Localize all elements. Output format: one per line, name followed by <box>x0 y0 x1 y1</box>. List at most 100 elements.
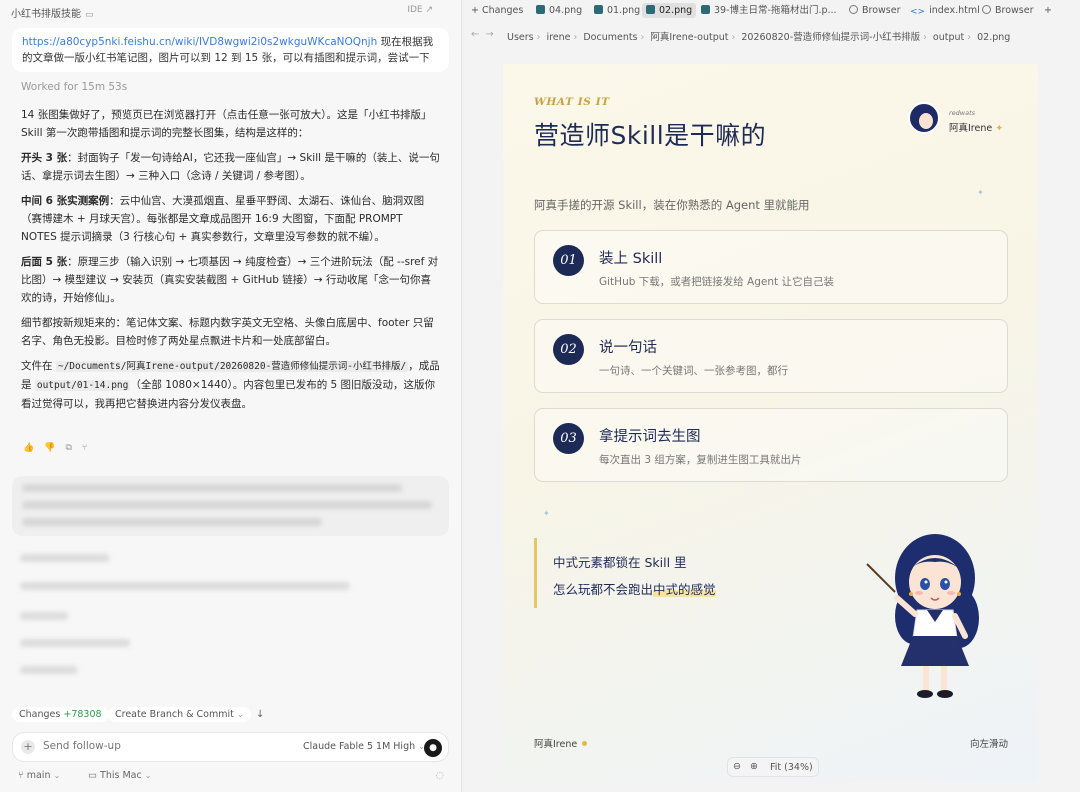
quote-line: 怎么玩都不会跑出中式的感觉 <box>553 582 716 597</box>
output-files: output/01-14.png <box>34 380 131 391</box>
environment-selector[interactable]: ▭ This Mac ⌄ <box>88 770 151 781</box>
step-card: 02 说一句话 一句诗、一个关键词、一张参考图，都行 <box>534 319 1008 393</box>
poster-eyebrow: WHAT IS IT <box>534 96 610 108</box>
breadcrumb-item[interactable]: output <box>933 32 964 43</box>
poster-title: 营造师Skill是干嘛的 <box>534 121 767 150</box>
breadcrumb-item[interactable]: irene <box>546 32 570 43</box>
step-number: 01 <box>553 245 584 276</box>
tab-index-html[interactable]: <> index.html <box>906 3 984 18</box>
tab-browser[interactable]: Browser <box>845 3 905 18</box>
blurred-message <box>12 476 449 536</box>
globe-icon <box>982 5 991 14</box>
step-card: 01 装上 Skill GitHub 下载，或者把链接发给 Agent 让它自己… <box>534 230 1008 304</box>
add-attachment-icon[interactable]: + <box>21 740 35 754</box>
breadcrumb: Users › irene › Documents › 阿真Irene-output ›… <box>507 32 1011 43</box>
breadcrumb-item[interactable]: 阿真Irene-output <box>650 32 728 43</box>
zoom-controls: ⊖ ⊕ Fit (34%) <box>727 757 819 777</box>
image-icon <box>646 5 655 14</box>
back-arrow-icon[interactable]: ← <box>471 29 485 40</box>
create-branch-commit-button[interactable]: Create Branch & Commit ⌄ <box>108 707 251 722</box>
composer: + Claude Fable 5 1M High ⌄ ● <box>12 732 449 762</box>
step-title: 说一句话 <box>599 340 657 356</box>
path-bar: ←→ Users › irene › Documents › 阿真Irene-outp… <box>463 26 1080 46</box>
follow-up-input[interactable] <box>43 740 243 752</box>
archive-icon[interactable]: ▭ <box>85 10 94 20</box>
plus-icon: + <box>471 5 482 16</box>
sparkle-icon: ✦ <box>543 509 550 518</box>
step-card: 03 拿提示词去生图 每次直出 3 组方案，复制进生图工具就出片 <box>534 408 1008 482</box>
thumbs-down-icon[interactable]: 👎 <box>44 443 55 453</box>
code-icon: <> <box>910 7 926 17</box>
step-number: 02 <box>553 334 584 365</box>
poster-footer-name: 阿真Irene <box>534 736 588 750</box>
breadcrumb-item[interactable]: 02.png <box>977 32 1010 43</box>
assistant-message: 14 张图集做好了，预览页已在浏览器打开（点击任意一张可放大）。这是「小红书排版… <box>21 106 441 420</box>
model-selector[interactable]: Claude Fable 5 1M High ⌄ <box>303 741 425 752</box>
quote-line: 中式元素都锁在 Skill 里 <box>553 555 687 570</box>
new-tab-button[interactable]: + <box>1040 3 1056 18</box>
step-desc: GitHub 下载，或者把链接发给 Agent 让它自己装 <box>599 276 834 288</box>
nav-arrows: ←→ <box>471 29 500 40</box>
scroll-down-icon[interactable]: ↓ <box>256 709 264 720</box>
answer-paragraph: 后面 5 张：原理三步（输入识别 → 七项基因 → 纯度检查）→ 三个进阶玩法（… <box>21 256 439 304</box>
globe-icon <box>849 5 858 14</box>
step-title: 拿提示词去生图 <box>599 429 701 445</box>
answer-paragraph: 14 张图集做好了，预览页已在浏览器打开（点击任意一张可放大）。这是「小红书排版… <box>21 109 432 139</box>
zoom-in-icon[interactable]: ⊕ <box>750 761 758 772</box>
quote-block: 中式元素都锁在 Skill 里 怎么玩都不会跑出中式的感觉 <box>534 538 794 608</box>
poster-image[interactable]: WHAT IS IT 营造师Skill是干嘛的 redwats 阿真Irene ✦… <box>503 64 1038 782</box>
tab-04-png[interactable]: 04.png <box>532 3 586 18</box>
worked-duration-label[interactable]: Worked for 15m 53s <box>21 81 127 93</box>
poster-subtitle: 阿真手搓的开源 Skill，装在你熟悉的 Agent 里就能用 <box>534 198 810 212</box>
thumbs-up-icon[interactable]: 👍 <box>23 443 34 453</box>
branch-icon: ⑂ <box>18 770 24 781</box>
chevron-down-icon: ⌄ <box>236 710 244 719</box>
feishu-link[interactable]: https://a80cyp5nki.feishu.cn/wiki/IVD8wg… <box>22 36 377 48</box>
message-actions: 👍 👎 ⧉ ⑂ <box>23 443 87 453</box>
branch-selector[interactable]: ⑂ main ⌄ <box>18 770 60 781</box>
step-title: 装上 Skill <box>599 251 663 267</box>
answer-paragraph: 细节都按新规矩来的：笔记体文案、标题内数字英文无空格、头像白底居中、footer… <box>21 317 434 347</box>
chat-panel: 小红书排版技能 ▭ IDE ↗ https://a80cyp5nki.feishu… <box>0 0 462 792</box>
avatar-handle: redwats <box>949 109 976 117</box>
tab-01-png[interactable]: 01.png <box>590 3 644 18</box>
changes-count: +78308 <box>63 709 102 720</box>
changes-button[interactable]: Changes +78308 <box>12 707 109 722</box>
microphone-icon[interactable]: ● <box>424 739 442 757</box>
mascot-illustration <box>866 534 979 698</box>
step-desc: 一句诗、一个关键词、一张参考图，都行 <box>599 365 788 377</box>
plus-icon: + <box>1044 5 1052 16</box>
open-in-ide-link[interactable]: IDE ↗ <box>407 5 433 15</box>
sparkle-icon: ✦ <box>977 188 984 197</box>
tab-changes[interactable]: + Changes <box>467 3 527 18</box>
tab-bar: + Changes 04.png 01.png 02.png 39-博主日常-拖… <box>463 0 1080 21</box>
image-icon <box>701 5 710 14</box>
step-desc: 每次直出 3 组方案，复制进生图工具就出片 <box>599 454 802 466</box>
answer-paragraph: 开头 3 张：封面钩子「发一句诗给AI，它还我一座仙宫」→ Skill 是干嘛的… <box>21 152 440 182</box>
laptop-icon: ▭ <box>88 770 97 781</box>
copy-icon[interactable]: ⧉ <box>65 443 71 453</box>
forward-arrow-icon[interactable]: → <box>485 29 499 40</box>
blurred-history <box>12 476 449 676</box>
avatar <box>908 102 940 134</box>
file-path: ~/Documents/阿真Irene-output/20260820-营造师修… <box>55 361 409 372</box>
status-row: ⑂ main ⌄ ▭ This Mac ⌄ ◌ <box>18 770 448 784</box>
tab-browser-2[interactable]: Browser <box>978 3 1038 18</box>
answer-paragraph: 中间 6 张实测案例：云中仙宫、大漠孤烟直、星垂平野阔、太湖石、诛仙台、脑洞双图… <box>21 195 425 243</box>
image-icon <box>594 5 603 14</box>
step-number: 03 <box>553 423 584 454</box>
avatar-name: 阿真Irene ✦ <box>949 123 1004 134</box>
tab-02-png[interactable]: 02.png <box>642 3 697 18</box>
quote-highlight: 中式的感觉 <box>653 582 716 597</box>
breadcrumb-item[interactable]: 20260820-营造师修仙提示词-小红书排版 <box>741 32 920 43</box>
image-icon <box>536 5 545 14</box>
breadcrumb-item[interactable]: Users <box>507 32 534 43</box>
loading-spinner-icon: ◌ <box>435 770 444 781</box>
tab-39-png[interactable]: 39-博主日常-拖箱材出门.p... <box>697 3 841 18</box>
breadcrumb-item[interactable]: Documents <box>583 32 637 43</box>
zoom-level[interactable]: Fit (34%) <box>770 762 813 773</box>
zoom-out-icon[interactable]: ⊖ <box>733 761 741 772</box>
conversation-title[interactable]: 小红书排版技能 ▭ <box>11 5 94 20</box>
fork-icon[interactable]: ⑂ <box>82 443 87 453</box>
answer-paragraph: 文件在 ~/Documents/阿真Irene-output/20260820-… <box>21 360 440 410</box>
